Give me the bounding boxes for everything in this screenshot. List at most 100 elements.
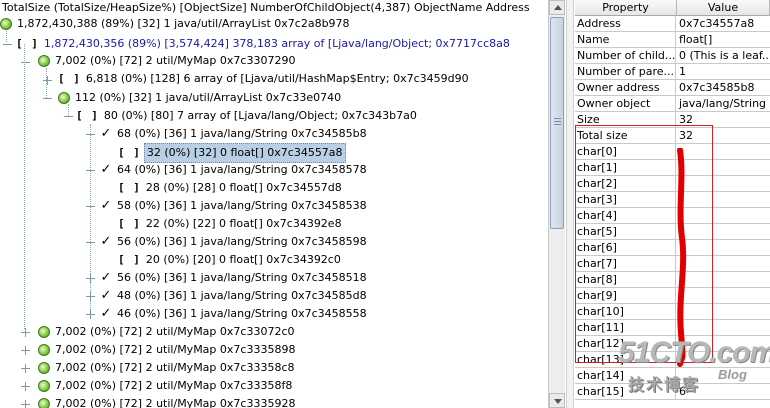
split-pane-divider[interactable]	[566, 0, 574, 408]
property-row[interactable]: char[7]	[575, 256, 770, 272]
collapse-handle-icon[interactable]	[86, 166, 95, 175]
property-row[interactable]: char[13]	[575, 352, 770, 368]
collapse-handle-icon[interactable]	[86, 202, 95, 211]
properties-table[interactable]: Property Value Address 0x7c34557a8 Name flo…	[575, 0, 770, 408]
property-value	[677, 208, 770, 223]
property-value: 0x7c34557a8	[679, 17, 755, 30]
property-key: char[2]	[575, 176, 676, 191]
expand-handle-icon[interactable]	[21, 328, 30, 337]
tree-node[interactable]: ✓ 56 (0%) [36] 1 java/lang/String 0x7c345…	[100, 269, 369, 287]
tree-node[interactable]: ✓ 68 (0%) [36] 1 java/lang/String 0x7c345…	[100, 125, 369, 143]
tree-node[interactable]: 7,002 (0%) [72] 2 util/MyMap 0x7c3335928	[38, 395, 297, 408]
expand-handle-icon[interactable]	[43, 76, 52, 85]
property-row[interactable]: char[8]	[575, 272, 770, 288]
tree-node[interactable]: 112 (0%) [32] 1 java/util/ArrayList 0x7c…	[58, 89, 343, 107]
expand-handle-icon[interactable]	[86, 274, 95, 283]
tree-node[interactable]: [ ] 1,872,430,356 (89%) [3,574,424] 378,1…	[16, 35, 512, 53]
property-row[interactable]: Owner address 0x7c34585b8	[575, 80, 770, 96]
array-icon: [ ]	[58, 72, 81, 85]
property-row[interactable]: char[6]	[575, 240, 770, 256]
property-row[interactable]: char[11]	[575, 320, 770, 336]
property-value	[677, 256, 770, 271]
collapse-handle-icon[interactable]	[64, 112, 73, 121]
property-row[interactable]: char[0]	[575, 144, 770, 160]
scrollbar-thumb[interactable]	[550, 17, 564, 229]
property-value	[677, 176, 770, 191]
heap-tree-pane[interactable]: TotalSize (TotalSize/HeapSize%) [ObjectS…	[0, 0, 548, 408]
property-row[interactable]: char[2]	[575, 176, 770, 192]
property-value: 0x7c34585b8	[679, 81, 755, 94]
collapse-handle-icon[interactable]	[86, 130, 95, 139]
expand-handle-icon[interactable]	[21, 364, 30, 373]
value-column-header[interactable]: Value	[677, 0, 770, 16]
tree-node[interactable]: ✓ 48 (0%) [36] 1 java/lang/String 0x7c345…	[100, 287, 369, 305]
tree-node[interactable]: [ ] 28 (0%) [28] 0 float[] 0x7c34557d8	[118, 179, 344, 197]
property-key: char[0]	[575, 144, 676, 159]
tree-node[interactable]: 7,002 (0%) [72] 2 util/MyMap 0x7c33358f8	[38, 377, 294, 395]
tree-node[interactable]: ✓ 56 (0%) [36] 1 java/lang/String 0x7c345…	[100, 233, 369, 251]
tree-node[interactable]: [ ] 6,818 (0%) [128] 6 array of [Ljava/ut…	[58, 70, 471, 88]
array-icon: [ ]	[118, 181, 141, 194]
property-row[interactable]: Total size 32	[575, 128, 770, 144]
expand-handle-icon[interactable]	[86, 292, 95, 301]
tree-node[interactable]: ✓ 64 (0%) [36] 1 java/lang/String 0x7c345…	[100, 161, 369, 179]
object-icon	[38, 380, 50, 392]
tree-node[interactable]: [ ] 80 (0%) [80] 7 array of [Ljava/lang/O…	[76, 107, 419, 125]
expand-handle-icon[interactable]	[86, 310, 95, 319]
property-row[interactable]: char[5]	[575, 224, 770, 240]
expand-handle-icon[interactable]	[21, 400, 30, 408]
property-key: char[10]	[575, 304, 676, 319]
tree-node[interactable]: 1,872,430,388 (89%) [32] 1 java/util/Arr…	[0, 15, 352, 33]
property-row[interactable]: Number of child... 0 (This is a leaf...	[575, 48, 770, 64]
scroll-down-button[interactable]	[549, 393, 565, 408]
property-value	[677, 368, 770, 383]
collapse-handle-icon[interactable]	[21, 58, 30, 67]
tree-node[interactable]: 7,002 (0%) [72] 2 util/MyMap 0x7c33358c8	[38, 359, 297, 377]
tree-node[interactable]: [ ] 20 (0%) [20] 0 float[] 0x7c34392c0	[118, 251, 343, 269]
collapse-handle-icon[interactable]	[3, 40, 12, 49]
property-value	[677, 320, 770, 335]
tree-node-selected[interactable]: [ ] 32 (0%) [32] 0 float[] 0x7c34557a8	[118, 143, 346, 163]
property-value	[677, 304, 770, 319]
property-key: Size	[575, 112, 676, 127]
property-key: Total size	[575, 128, 676, 143]
scroll-up-button[interactable]	[549, 0, 565, 15]
property-value	[677, 336, 770, 351]
property-row[interactable]: char[3]	[575, 192, 770, 208]
tree-vertical-scrollbar[interactable]	[548, 0, 565, 408]
property-value: java/lang/String	[679, 97, 767, 110]
property-column-header[interactable]: Property	[575, 0, 677, 16]
property-row[interactable]: char[1]	[575, 160, 770, 176]
property-row[interactable]: Address 0x7c34557a8	[575, 16, 770, 32]
tree-column-header: TotalSize (TotalSize/HeapSize%) [ObjectS…	[2, 1, 530, 14]
tree-node[interactable]: ✓ 46 (0%) [36] 1 java/lang/String 0x7c345…	[100, 305, 369, 323]
property-row[interactable]: Number of pare... 1	[575, 64, 770, 80]
property-row[interactable]: Size 32	[575, 112, 770, 128]
property-value: 32	[679, 129, 693, 142]
collapse-handle-icon[interactable]	[86, 238, 95, 247]
object-icon	[38, 398, 50, 408]
property-key: char[15]	[575, 384, 676, 399]
tree-node[interactable]: [ ] 22 (0%) [22] 0 float[] 0x7c34392e8	[118, 215, 344, 233]
property-row[interactable]: Owner object java/lang/String	[575, 96, 770, 112]
tree-node[interactable]: 7,002 (0%) [72] 2 util/MyMap 0x7c3307290	[38, 52, 297, 70]
collapse-handle-icon[interactable]	[43, 94, 52, 103]
property-value	[677, 224, 770, 239]
property-row[interactable]: char[9]	[575, 288, 770, 304]
tree-node[interactable]: 7,002 (0%) [72] 2 util/MyMap 0x7c3335898	[38, 341, 297, 359]
property-row[interactable]: Name float[]	[575, 32, 770, 48]
property-value	[677, 144, 770, 159]
arrow-up-icon	[554, 5, 562, 10]
object-icon	[38, 362, 50, 374]
property-row[interactable]: char[15] 6	[575, 384, 770, 400]
property-row[interactable]: char[10]	[575, 304, 770, 320]
property-row[interactable]: char[4]	[575, 208, 770, 224]
property-row[interactable]: char[12]	[575, 336, 770, 352]
tree-node[interactable]: ✓ 58 (0%) [36] 1 java/lang/String 0x7c345…	[100, 197, 369, 215]
property-key: char[3]	[575, 192, 676, 207]
check-icon: ✓	[100, 162, 112, 177]
tree-node[interactable]: 7,002 (0%) [72] 2 util/MyMap 0x7c33072c0	[38, 323, 297, 341]
expand-handle-icon[interactable]	[21, 346, 30, 355]
expand-handle-icon[interactable]	[21, 382, 30, 391]
property-row[interactable]: char[14]	[575, 368, 770, 384]
